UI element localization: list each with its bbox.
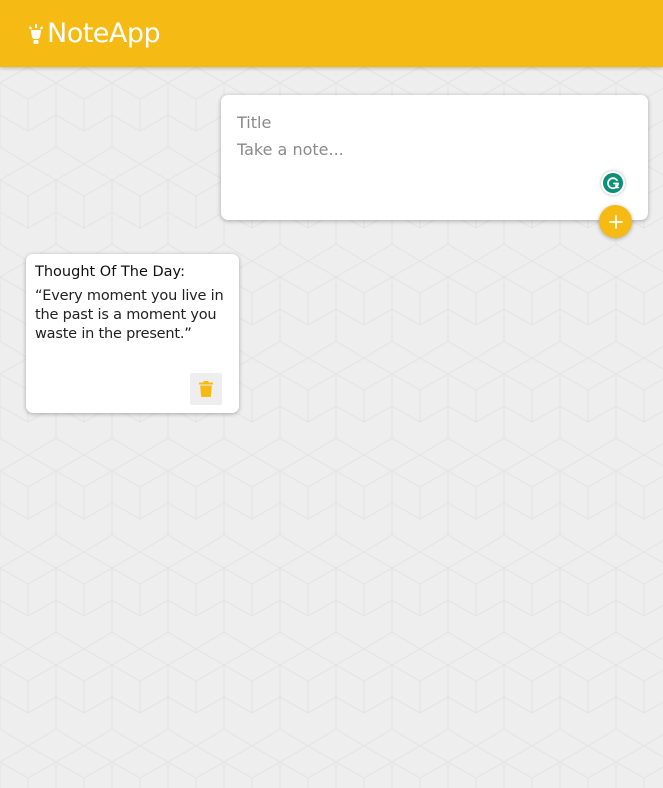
note-card: Thought Of The Day: “Every moment you li… bbox=[26, 254, 239, 413]
add-note-button[interactable] bbox=[599, 205, 632, 238]
lightbulb-icon bbox=[28, 21, 44, 47]
note-content-input[interactable] bbox=[237, 139, 597, 199]
trash-icon bbox=[199, 381, 213, 397]
note-content: “Every moment you live in the past is a … bbox=[35, 288, 224, 342]
grammarly-icon[interactable] bbox=[601, 171, 625, 195]
note-title-input[interactable] bbox=[237, 111, 627, 133]
create-note-form bbox=[221, 95, 648, 220]
app-header: NoteApp bbox=[0, 0, 663, 67]
plus-icon bbox=[608, 214, 623, 229]
note-title: Thought Of The Day: bbox=[35, 264, 185, 280]
app-title: NoteApp bbox=[47, 18, 161, 49]
delete-note-button[interactable] bbox=[190, 373, 222, 405]
brand: NoteApp bbox=[28, 14, 161, 54]
